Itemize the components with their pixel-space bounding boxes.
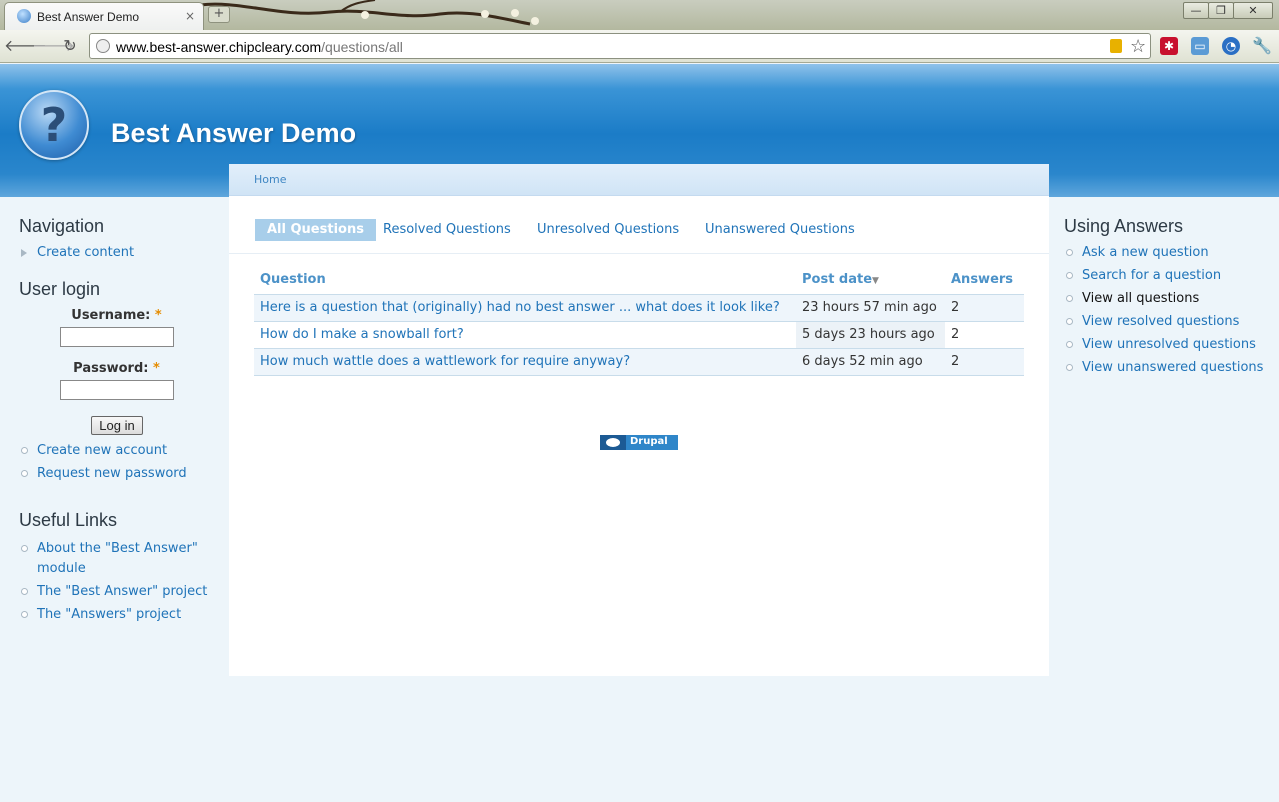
tab-unresolved-questions[interactable]: Unresolved Questions [537,219,679,241]
create-content-link[interactable]: Create content [19,243,214,263]
table-row: How do I make a snowball fort? 5 days 23… [254,321,1024,349]
best-answer-project-link[interactable]: The "Best Answer" project [19,582,214,602]
search-question-link[interactable]: Search for a question [1064,266,1264,286]
new-tab-button[interactable]: + [208,6,230,23]
navigation-menu: Create content [19,243,214,263]
url-text[interactable]: www.best-answer.chipcleary.com/questions… [116,39,403,55]
required-mark: * [154,308,162,323]
url-path: /questions/all [321,39,403,55]
breadcrumb-bar: Home [229,164,1049,196]
question-logo-icon[interactable]: ? [19,90,89,160]
table-header-row: Question Post date▼ Answers [254,266,1024,295]
password-label-text: Password: [73,361,149,376]
tab-unanswered-questions[interactable]: Unanswered Questions [705,219,855,241]
page-globe-icon [96,39,110,53]
browser-toolbar: 🡐 🡒 ↻ www.best-answer.chipcleary.com/que… [0,30,1279,63]
chat-extension-icon[interactable]: ◔ [1222,37,1240,55]
view-unanswered-link[interactable]: View unanswered questions [1064,358,1264,378]
answers-column-header: Answers [945,266,1024,295]
browser-titlebar: Best Answer Demo × + — ❐ ✕ [0,0,1279,30]
left-sidebar: Navigation Create content User login Use… [19,216,214,628]
wrench-icon[interactable]: 🔧 [1252,36,1272,55]
drupal-badge-label: Drupal [630,436,668,447]
web-page: ? Best Answer Demo Navigation Create con… [0,64,1279,802]
sort-desc-icon: ▼ [872,276,879,287]
main-content: Home All Questions Resolved Questions Un… [229,164,1049,676]
using-answers-menu: Ask a new question Search for a question… [1064,243,1264,378]
reload-icon[interactable]: ↻ [60,36,80,56]
answers-count-cell: 2 [945,348,1024,376]
login-links: Create new account Request new password [19,441,214,484]
username-field[interactable] [60,327,174,347]
view-resolved-link[interactable]: View resolved questions [1064,312,1264,332]
powered-by-drupal-badge[interactable]: Drupal [600,435,678,450]
username-label: Username: * [19,308,214,323]
question-column-header[interactable]: Question [254,266,796,295]
password-field[interactable] [60,380,174,400]
post-date-header-text: Post date [802,272,873,288]
post-date-cell: 6 days 52 min ago [796,348,945,376]
maximize-button[interactable]: ❐ [1208,2,1234,19]
request-password-link[interactable]: Request new password [19,464,214,484]
ask-question-link[interactable]: Ask a new question [1064,243,1264,263]
mail-extension-icon[interactable]: ▭ [1191,37,1209,55]
required-mark: * [153,361,160,376]
logo-glyph: ? [40,98,68,152]
breadcrumb-home-link[interactable]: Home [254,173,286,186]
about-best-answer-link[interactable]: About the "Best Answer" module [19,539,214,579]
useful-links-title: Useful Links [19,510,118,530]
answers-count-cell: 2 [945,321,1024,349]
answers-count-cell: 2 [945,294,1024,322]
tab-close-icon[interactable]: × [185,9,195,23]
view-all-questions-link[interactable]: View all questions [1064,289,1264,309]
url-host: www.best-answer.chipcleary.com [116,39,322,55]
close-window-button[interactable]: ✕ [1233,2,1273,19]
question-link[interactable]: How much wattle does a wattlework for re… [254,348,796,376]
using-answers-title: Using Answers [1064,216,1184,236]
tab-title: Best Answer Demo [37,10,140,24]
tab-resolved-questions[interactable]: Resolved Questions [383,219,511,241]
minimize-button[interactable]: — [1183,2,1209,19]
question-link[interactable]: How do I make a snowball fort? [254,321,796,349]
answers-project-link[interactable]: The "Answers" project [19,605,214,625]
question-link[interactable]: Here is a question that (originally) had… [254,294,796,322]
forward-arrow-icon[interactable]: 🡒 [32,36,75,56]
questions-table: Question Post date▼ Answers Here is a qu… [254,266,1024,376]
back-arrow-icon[interactable]: 🡐 [4,36,47,56]
user-login-title: User login [19,279,101,299]
username-label-text: Username: [71,308,151,323]
view-unresolved-link[interactable]: View unresolved questions [1064,335,1264,355]
right-sidebar: Using Answers Ask a new question Search … [1064,216,1264,381]
browser-tab[interactable]: Best Answer Demo × [4,2,204,30]
question-tabs: All Questions Resolved Questions Unresol… [229,196,1049,254]
table-row: How much wattle does a wattlework for re… [254,348,1024,376]
branch-decoration [200,0,539,26]
post-date-cell: 23 hours 57 min ago [796,294,945,322]
lastpass-extension-icon[interactable]: ✱ [1160,37,1178,55]
globe-favicon-icon [17,9,31,23]
useful-links-menu: About the "Best Answer" module The "Best… [19,539,214,625]
address-bar[interactable]: www.best-answer.chipcleary.com/questions… [89,33,1151,59]
drupal-drop-icon [600,435,626,450]
log-in-button[interactable]: Log in [91,416,143,435]
bookmark-extension-icon[interactable] [1110,39,1122,53]
star-icon[interactable]: ☆ [1130,36,1146,57]
password-label: Password: * [19,361,214,376]
site-name[interactable]: Best Answer Demo [111,118,356,149]
post-date-cell: 5 days 23 hours ago [796,321,945,349]
post-date-column-header[interactable]: Post date▼ [796,266,945,295]
table-row: Here is a question that (originally) had… [254,294,1024,322]
create-account-link[interactable]: Create new account [19,441,214,461]
navigation-title: Navigation [19,216,105,236]
tab-all-questions[interactable]: All Questions [255,219,376,241]
